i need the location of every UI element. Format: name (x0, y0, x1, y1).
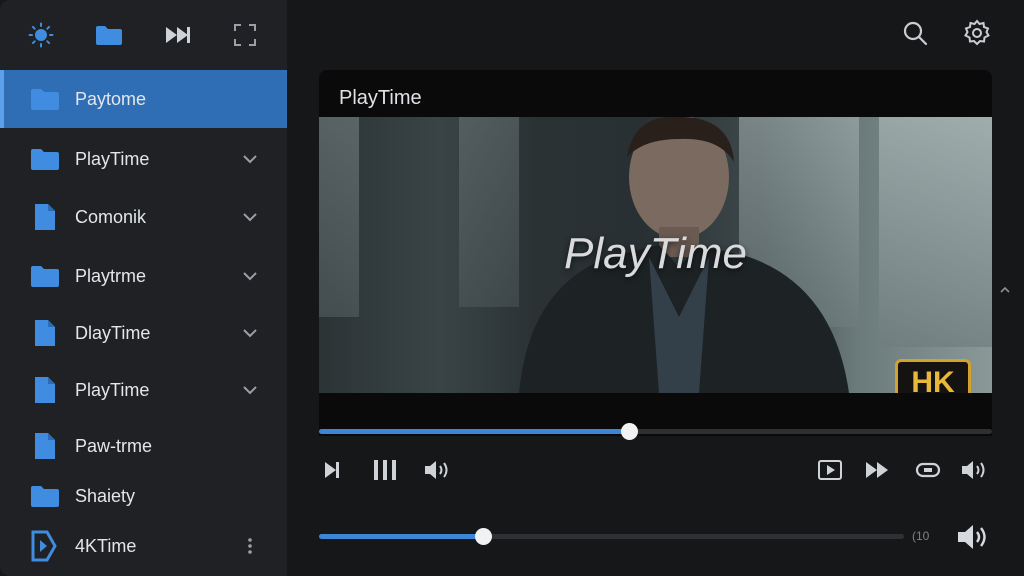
sidebar-item[interactable]: Comonik (0, 188, 287, 246)
hk-quality-badge: HK (895, 359, 971, 393)
sidebar-item-label: Comonik (75, 206, 147, 227)
speaker-icon[interactable] (955, 520, 991, 554)
sidebar-item-label: PlayTime (75, 148, 150, 169)
folder-icon (30, 144, 60, 174)
chevron-down-icon[interactable] (238, 378, 262, 402)
settings-gear-icon[interactable] (960, 16, 994, 50)
sidebar-item-label: Shaiety (75, 485, 136, 506)
sidebar-item-label: PlayTime (75, 379, 150, 400)
volume-bar-fill (319, 534, 483, 539)
sidebar-item[interactable]: 4KTime (0, 524, 287, 568)
seek-handle[interactable] (620, 423, 638, 440)
more-options-icon[interactable] (238, 534, 262, 558)
sidebar-item-label: 4KTime (75, 535, 137, 556)
folder-icon[interactable] (92, 18, 126, 52)
sidebar-item[interactable]: Paytome (0, 70, 287, 128)
sidebar-item[interactable]: Shaiety (0, 475, 287, 517)
sidebar-item[interactable]: PlayTime (0, 130, 287, 188)
play-window-icon[interactable] (814, 454, 846, 486)
chevron-down-icon[interactable] (238, 321, 262, 345)
sidebar-item-label: DlayTime (75, 322, 151, 343)
file-icon (30, 431, 60, 461)
seek-bar-fill (319, 429, 629, 434)
video-frame[interactable]: PlayTime HK (319, 117, 992, 393)
sidebar-toolbar (0, 0, 287, 70)
volume-bar[interactable] (319, 528, 904, 545)
pause-icon[interactable] (369, 454, 401, 486)
fast-forward-icon[interactable] (862, 454, 894, 486)
fast-forward-icon[interactable] (161, 18, 195, 52)
chevron-down-icon[interactable] (238, 147, 262, 171)
sidebar-item[interactable]: Playtrme (0, 247, 287, 305)
folder-icon (30, 261, 60, 291)
skip-next-icon[interactable] (316, 454, 348, 486)
sidebar-item-label: Playtrme (75, 265, 147, 286)
play-file-icon (30, 530, 60, 562)
volume-readout: (10 (912, 529, 930, 543)
file-icon (30, 318, 60, 348)
sidebar-item-label: Paw-trme (75, 435, 153, 456)
sidebar-item[interactable]: Paw-trme (0, 417, 287, 475)
seek-bar[interactable] (319, 423, 992, 440)
collapse-caret-icon[interactable] (999, 282, 1011, 293)
search-icon[interactable] (898, 16, 932, 50)
sidebar-item-label: Paytome (75, 88, 147, 109)
fullscreen-icon[interactable] (228, 18, 262, 52)
chevron-down-icon[interactable] (238, 264, 262, 288)
file-icon (30, 202, 60, 232)
video-overlay-title: PlayTime (564, 229, 747, 278)
audio-track-icon[interactable] (421, 454, 453, 486)
file-icon (30, 375, 60, 405)
folder-icon (30, 481, 60, 511)
volume-icon[interactable] (958, 454, 990, 486)
chevron-down-icon[interactable] (238, 205, 262, 229)
sidebar: Paytome PlayTime Comonik Playtrme DlayTime Pl… (0, 0, 287, 576)
loop-icon[interactable] (912, 454, 944, 486)
brightness-icon[interactable] (24, 18, 58, 52)
folder-icon (30, 84, 60, 114)
sidebar-item[interactable]: DlayTime (0, 304, 287, 362)
volume-handle[interactable] (474, 528, 492, 545)
video-player: PlayTime PlayTime HK (319, 70, 992, 436)
sidebar-item[interactable]: PlayTime (0, 361, 287, 419)
player-title: PlayTime (339, 87, 422, 109)
